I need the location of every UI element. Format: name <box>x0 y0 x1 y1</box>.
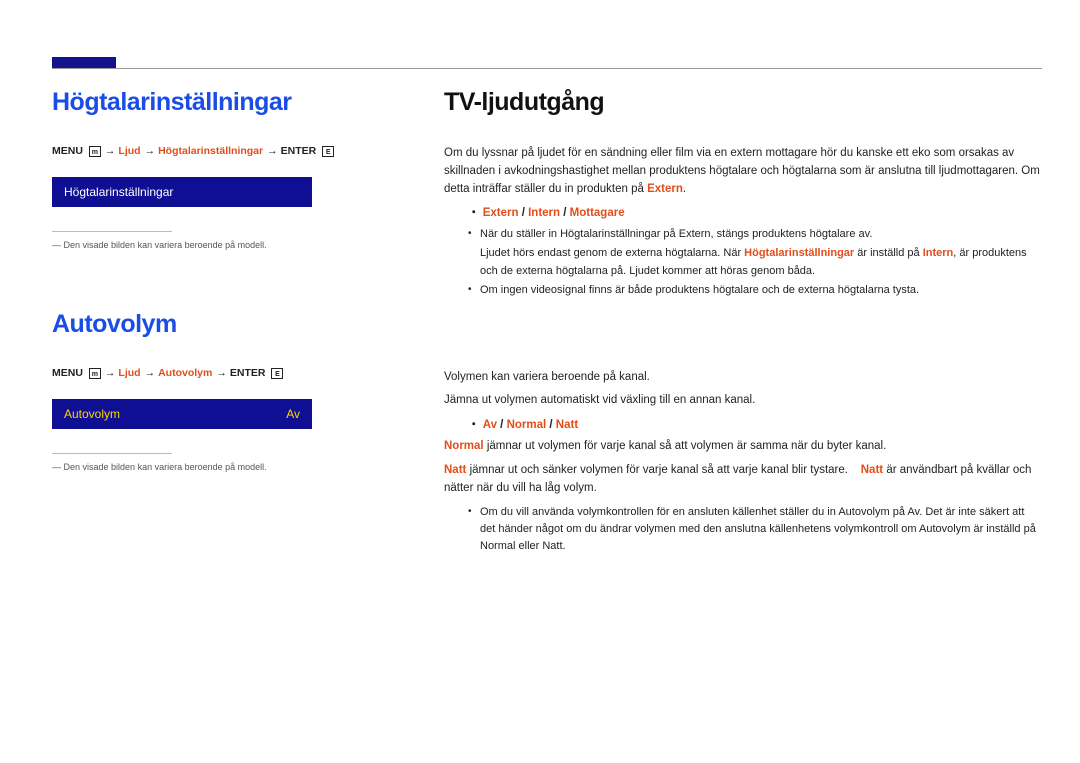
note-list-2: Om ingen videosignal finns är både produ… <box>468 282 1042 299</box>
bullet-dot: ・ <box>468 207 480 219</box>
menubox-label: Autovolym <box>64 407 120 421</box>
natt-label-2: Natt <box>861 464 883 476</box>
path-arrow-1: → <box>105 145 115 157</box>
path-part-speaker: Högtalarinställningar <box>158 145 263 157</box>
page-body: Högtalarinställningar MENU m → Ljud → Hö… <box>52 88 1042 557</box>
page-accent-bar <box>52 57 116 68</box>
li-text-pre: När du ställer in <box>480 228 560 240</box>
menubox-speaker[interactable]: Högtalarinställningar <box>52 177 312 207</box>
av-line-2: Jämna ut volymen automatiskt vid växling… <box>444 392 1042 410</box>
path-part-autovol: Autovolym <box>158 367 212 379</box>
note-list: Om du vill använda volymkontrollen för e… <box>468 504 1042 555</box>
opt-sep-1: / <box>519 207 529 219</box>
path-menu-label: MENU <box>52 145 83 157</box>
intro-paragraph: Om du lyssnar på ljudet för en sändning … <box>444 145 1042 198</box>
menu-path: MENU m → Ljud → Högtalarinställningar → … <box>52 145 412 157</box>
path-arrow-2: → <box>145 367 155 379</box>
opt-sep-1: / <box>497 419 507 431</box>
normal-text: jämnar ut volymen för varje kanal så att… <box>484 440 887 452</box>
option-list: ・ Av / Normal / Natt <box>468 416 1042 432</box>
list-item: När du ställer in Högtalarinställningar … <box>468 226 1042 243</box>
menubox-autovolume[interactable]: Autovolym Av <box>52 399 312 429</box>
menu-path: MENU m → Ljud → Autovolym → ENTER E <box>52 367 412 379</box>
section-autovolume-right: Volymen kan variera beroende på kanal. J… <box>444 369 1042 555</box>
right-column: TV-ljudutgång Om du lyssnar på ljudet fö… <box>444 88 1042 557</box>
sub-hg: Högtalarinställningar <box>744 247 854 259</box>
footnote-rule <box>52 453 172 454</box>
li-av: Av <box>907 506 919 518</box>
option-list: ・ Extern / Intern / Mottagare <box>468 204 1042 220</box>
opt-av: Av <box>483 419 497 431</box>
li-normal: Normal <box>480 540 515 552</box>
sub-note: Ljudet hörs endast genom de externa högt… <box>480 245 1042 279</box>
opt-normal: Normal <box>507 419 547 431</box>
section-autovolume-left: Autovolym MENU m → Ljud → Autovolym → EN… <box>52 310 412 472</box>
li-hg: Högtalarinställningar <box>560 228 660 240</box>
li-mid1: på <box>890 506 908 518</box>
path-arrow-3: → <box>267 145 277 157</box>
li-mid: på <box>660 228 678 240</box>
path-menu-label: MENU <box>52 367 83 379</box>
opt-sep-2: / <box>560 207 570 219</box>
opt-intern: Intern <box>528 207 560 219</box>
path-enter-label: ENTER <box>281 145 317 157</box>
left-column: Högtalarinställningar MENU m → Ljud → Hö… <box>52 88 412 557</box>
path-arrow-3: → <box>216 367 226 379</box>
li-end: , stängs produktens högtalare av. <box>711 228 873 240</box>
menubox-autovol-wrap: Autovolym Av <box>52 399 412 429</box>
li-mid4: eller <box>515 540 542 552</box>
section-title: Autovolym <box>52 310 412 339</box>
normal-label: Normal <box>444 440 484 452</box>
intro-text: Om du lyssnar på ljudet för en sändning … <box>444 147 1040 195</box>
menubox-value: Av <box>286 407 300 421</box>
intro-extern: Extern <box>647 183 683 195</box>
image-disclaimer: Den visade bilden kan variera beroende p… <box>52 462 412 472</box>
section-tv-audio-out: TV-ljudutgång Om du lyssnar på ljudet fö… <box>444 88 1042 299</box>
section-speaker-settings: Högtalarinställningar MENU m → Ljud → Hö… <box>52 88 412 250</box>
path-part-sound: Ljud <box>118 367 140 379</box>
li-autovol: Autovolym <box>838 506 889 518</box>
image-disclaimer: Den visade bilden kan variera beroende p… <box>52 240 412 250</box>
opt-extern: Extern <box>483 207 519 219</box>
natt-desc: Natt jämnar ut och sänker volymen för va… <box>444 462 1042 498</box>
note-list: När du ställer in Högtalarinställningar … <box>468 226 1042 243</box>
li-pre: Om du vill använda volymkontrollen för e… <box>480 506 838 518</box>
li-text: Om ingen videosignal finns är både produ… <box>480 284 919 296</box>
menu-icon: m <box>89 146 101 157</box>
opt-natt: Natt <box>556 419 578 431</box>
li-mid3: är inställd på <box>970 523 1035 535</box>
vertical-spacer <box>52 250 412 310</box>
bullet-dot: ・ <box>468 419 480 431</box>
list-item: Om du vill använda volymkontrollen för e… <box>468 504 1042 555</box>
li-end: . <box>563 540 566 552</box>
natt-text-1: jämnar ut och sänker volymen för varje k… <box>466 464 851 476</box>
li-natt: Natt <box>542 540 562 552</box>
normal-desc: Normal jämnar ut volymen för varje kanal… <box>444 438 1042 456</box>
list-item: Om ingen videosignal finns är både produ… <box>468 282 1042 299</box>
section-title: Högtalarinställningar <box>52 88 412 117</box>
opt-mottagare: Mottagare <box>570 207 625 219</box>
path-arrow-1: → <box>105 367 115 379</box>
section-title: TV-ljudutgång <box>444 88 1042 117</box>
sub-intern: Intern <box>923 247 954 259</box>
intro-period: . <box>683 183 686 195</box>
enter-icon: E <box>271 368 283 379</box>
path-part-sound: Ljud <box>118 145 140 157</box>
sub-mid: är inställd på <box>854 247 922 259</box>
enter-icon: E <box>322 146 334 157</box>
menubox-speaker-wrap: Högtalarinställningar <box>52 177 412 207</box>
li-autovol-2: Autovolym <box>919 523 970 535</box>
av-line-1: Volymen kan variera beroende på kanal. <box>444 369 1042 387</box>
opt-sep-2: / <box>546 419 556 431</box>
natt-label: Natt <box>444 464 466 476</box>
page-top-rule <box>52 68 1042 69</box>
path-enter-label: ENTER <box>230 367 266 379</box>
menubox-label: Högtalarinställningar <box>64 185 173 199</box>
footnote-rule <box>52 231 172 232</box>
path-arrow-2: → <box>145 145 155 157</box>
li-extern: Extern <box>679 228 711 240</box>
menu-icon: m <box>89 368 101 379</box>
sub-pre: Ljudet hörs endast genom de externa högt… <box>480 247 744 259</box>
